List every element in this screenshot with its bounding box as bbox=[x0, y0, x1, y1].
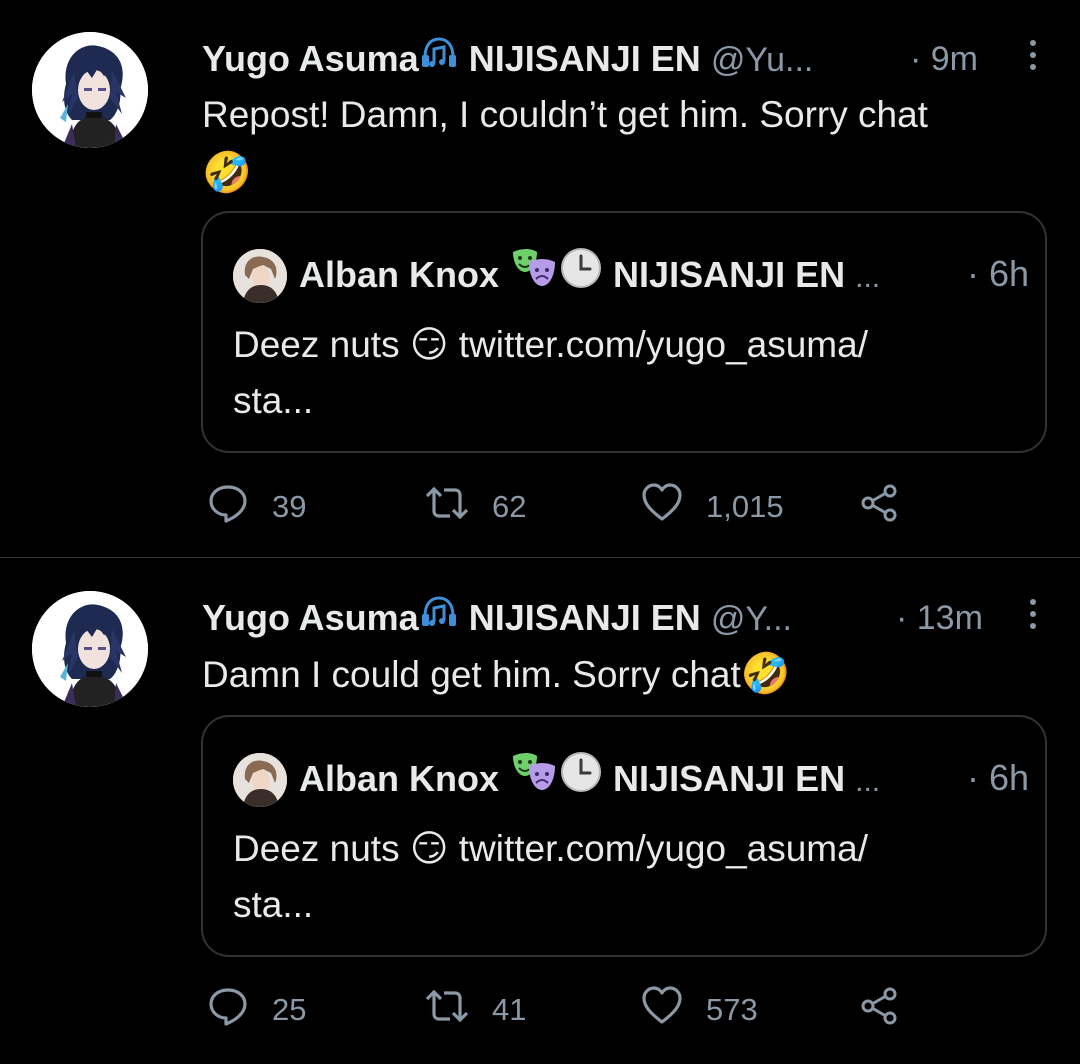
quote-text: Deez nuts 😏 twitter.com/yugo_asuma/ sta.… bbox=[233, 821, 1003, 933]
more-vertical-icon[interactable] bbox=[1022, 595, 1042, 641]
quote-text-end: sta... bbox=[233, 884, 314, 925]
theater-masks-icon bbox=[509, 246, 559, 303]
heart-icon bbox=[640, 481, 684, 533]
retweet-icon bbox=[424, 984, 470, 1036]
rofl-emoji: 🤣 bbox=[202, 151, 252, 195]
like-button[interactable]: 573 bbox=[640, 985, 758, 1035]
tweet[interactable]: Yugo Asuma NIJISANJI EN @Y... · 13m Damn… bbox=[0, 559, 1080, 1064]
reply-button[interactable]: 25 bbox=[206, 985, 306, 1035]
quote-avatar bbox=[233, 249, 287, 303]
heart-icon bbox=[640, 984, 684, 1036]
quote-handle-ellipsis: ... bbox=[855, 261, 881, 295]
smirk-emoji: 😏 bbox=[409, 324, 449, 365]
reply-count: 39 bbox=[272, 489, 307, 524]
tweet-header: Yugo Asuma NIJISANJI EN @Yu... · 9m bbox=[202, 36, 1042, 82]
tweet-text-body: Repost! Damn, I couldn’t get him. Sorry … bbox=[202, 94, 928, 135]
quote-header: Alban Knox NIJISANJI EN ... · 6h bbox=[299, 752, 1029, 803]
quote-text-end: sta... bbox=[233, 380, 314, 421]
reply-icon bbox=[206, 481, 250, 533]
rofl-emoji: 🤣 bbox=[740, 652, 791, 696]
quote-link[interactable]: twitter.com/yugo_asuma/ bbox=[459, 828, 868, 869]
quote-link[interactable]: twitter.com/yugo_asuma/ bbox=[459, 324, 868, 365]
tweet-text: Damn I could get him. Sorry chat🤣 bbox=[202, 645, 1052, 704]
retweet-count: 62 bbox=[492, 489, 527, 524]
quote-text-start: Deez nuts bbox=[233, 828, 400, 869]
reply-icon bbox=[206, 984, 250, 1036]
more-vertical-icon[interactable] bbox=[1022, 36, 1042, 82]
tweet-time[interactable]: · 13m bbox=[896, 595, 983, 641]
quote-avatar bbox=[233, 753, 287, 807]
retweet-count: 41 bbox=[492, 992, 527, 1027]
avatar[interactable] bbox=[32, 32, 148, 148]
reply-button[interactable]: 39 bbox=[206, 482, 306, 532]
headphones-music-icon bbox=[419, 594, 459, 641]
quote-text-start: Deez nuts bbox=[233, 324, 400, 365]
author-name[interactable]: Yugo Asuma bbox=[202, 597, 419, 638]
tweet-time[interactable]: · 9m bbox=[910, 36, 978, 82]
quote-author-name[interactable]: Alban Knox bbox=[299, 758, 499, 799]
quote-header: Alban Knox NIJISANJI EN ... · 6h bbox=[299, 248, 1029, 299]
share-icon bbox=[858, 984, 902, 1036]
quote-author-org: NIJISANJI EN bbox=[613, 758, 846, 800]
retweet-icon bbox=[424, 481, 470, 533]
avatar[interactable] bbox=[32, 591, 148, 707]
headphones-music-icon bbox=[419, 35, 459, 82]
like-button[interactable]: 1,015 bbox=[640, 482, 784, 532]
share-button[interactable] bbox=[858, 985, 902, 1035]
theater-masks-icon bbox=[509, 750, 559, 807]
retweet-button[interactable]: 41 bbox=[424, 985, 526, 1035]
author-handle[interactable]: @Y... bbox=[711, 600, 792, 638]
tweet-text-body: Damn I could get him. Sorry chat bbox=[202, 654, 741, 695]
smirk-emoji: 😏 bbox=[409, 828, 449, 869]
retweet-button[interactable]: 62 bbox=[424, 482, 526, 532]
quote-handle-ellipsis: ... bbox=[855, 765, 881, 799]
quote-author-org: NIJISANJI EN bbox=[613, 254, 846, 296]
clock-icon bbox=[559, 750, 603, 807]
tweet[interactable]: Yugo Asuma NIJISANJI EN @Yu... · 9m Repo… bbox=[0, 0, 1080, 558]
author-handle[interactable]: @Yu... bbox=[711, 41, 814, 79]
share-icon bbox=[858, 481, 902, 533]
quote-author-name[interactable]: Alban Knox bbox=[299, 254, 499, 295]
quote-time[interactable]: · 6h bbox=[967, 753, 1029, 803]
tweet-actions: 25 41 573 bbox=[202, 985, 922, 1035]
timeline-feed: Yugo Asuma NIJISANJI EN @Yu... · 9m Repo… bbox=[0, 0, 1080, 1064]
author-org: NIJISANJI EN bbox=[468, 38, 701, 79]
tweet-header: Yugo Asuma NIJISANJI EN @Y... · 13m bbox=[202, 595, 1042, 641]
author-name[interactable]: Yugo Asuma bbox=[202, 38, 419, 79]
clock-icon bbox=[559, 246, 603, 303]
author-org: NIJISANJI EN bbox=[468, 597, 701, 638]
quote-text: Deez nuts 😏 twitter.com/yugo_asuma/ sta.… bbox=[233, 317, 1003, 429]
quote-tweet[interactable]: Alban Knox NIJISANJI EN ... · 6h Deez nu… bbox=[201, 715, 1047, 957]
like-count: 1,015 bbox=[706, 489, 784, 524]
tweet-actions: 39 62 1,015 bbox=[202, 482, 922, 532]
tweet-text: Repost! Damn, I couldn’t get him. Sorry … bbox=[202, 86, 1052, 203]
quote-tweet[interactable]: Alban Knox NIJISANJI EN ... · 6h Deez nu… bbox=[201, 211, 1047, 453]
like-count: 573 bbox=[706, 992, 758, 1027]
share-button[interactable] bbox=[858, 482, 902, 532]
reply-count: 25 bbox=[272, 992, 307, 1027]
quote-time[interactable]: · 6h bbox=[967, 249, 1029, 299]
